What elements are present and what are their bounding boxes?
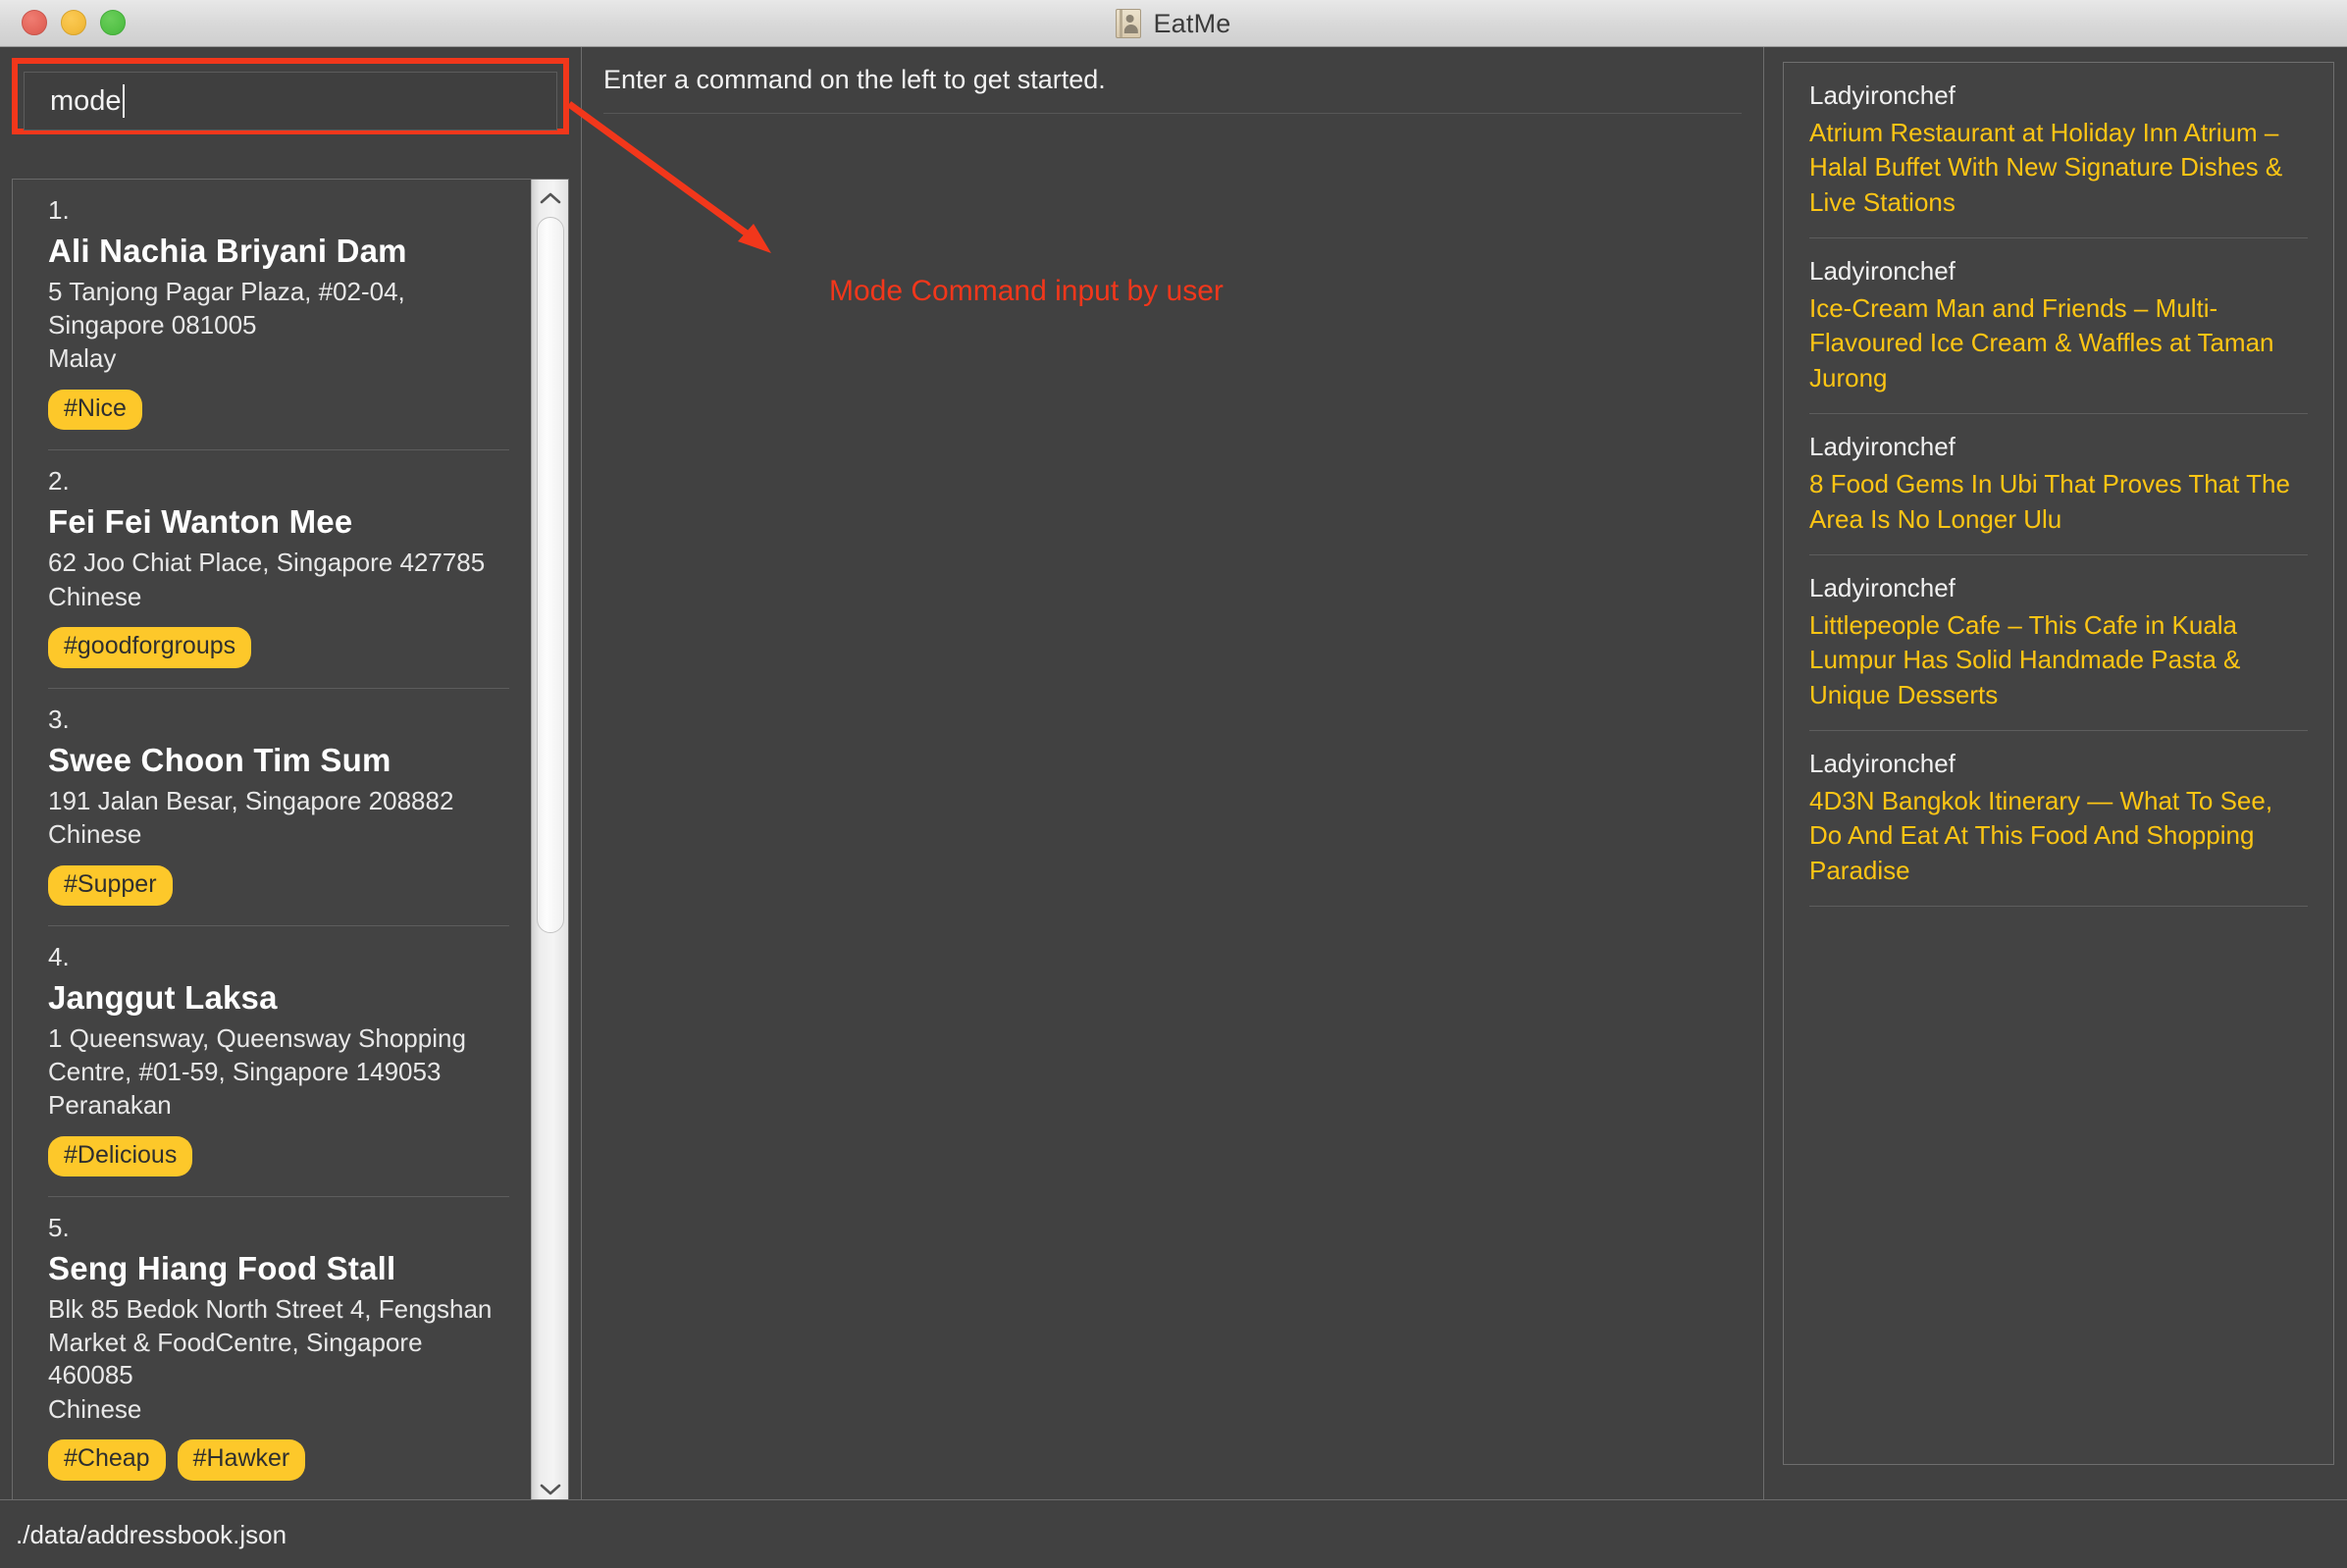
tag-badge: #goodforgroups: [48, 627, 252, 668]
list-item-name: Swee Choon Tim Sum: [48, 741, 391, 778]
blog-source: Ladyironchef: [1809, 748, 1956, 778]
list-item-index: 5.: [48, 1213, 70, 1243]
list-item-tags: #Cheap #Hawker: [48, 1439, 509, 1481]
zoom-button[interactable]: [100, 10, 126, 35]
list-item-address: 1 Queensway, Queensway Shopping Centre, …: [48, 1023, 466, 1086]
tag-badge: #Supper: [48, 864, 173, 907]
list-item-index: 3.: [48, 704, 70, 734]
list-item[interactable]: 5. Seng Hiang Food Stall Blk 85 Bedok Nort…: [13, 1197, 531, 1481]
list-item-name: Ali Nachia Briyani Dam: [48, 233, 407, 269]
app-window: EatMe mode 1. Ali Nachia Briyani Dam 5 Tan…: [0, 0, 2347, 1568]
center-column: Enter a command on the left to get start…: [582, 47, 1763, 1499]
list-item-name: Seng Hiang Food Stall: [48, 1250, 396, 1287]
blog-title-link[interactable]: Atrium Restaurant at Holiday Inn Atrium …: [1809, 116, 2308, 220]
text-caret: [122, 84, 125, 118]
command-input[interactable]: mode: [24, 72, 557, 131]
title-group: EatMe: [0, 0, 2347, 47]
list-item-cuisine: Chinese: [48, 819, 142, 850]
blog-source: Ladyironchef: [1809, 572, 1956, 602]
result-list-panel: 1. Ali Nachia Briyani Dam 5 Tanjong Pagar …: [12, 179, 569, 1509]
list-item-name: Janggut Laksa: [48, 979, 278, 1017]
title-bar: EatMe: [0, 0, 2347, 47]
list-item-index: 4.: [48, 942, 70, 972]
blog-source: Ladyironchef: [1809, 80, 1956, 110]
blog-title-link[interactable]: 8 Food Gems In Ubi That Proves That The …: [1809, 467, 2308, 537]
status-file-path: ./data/addressbook.json: [16, 1519, 287, 1549]
list-item-address: 191 Jalan Besar, Singapore 208882: [48, 785, 454, 815]
status-bar: ./data/addressbook.json: [0, 1499, 2347, 1568]
command-input-highlight: mode: [12, 58, 569, 134]
list-item-address: 62 Joo Chiat Place, Singapore 427785: [48, 548, 486, 578]
tag-badge: #Nice: [48, 389, 142, 431]
address-book-icon: [1116, 9, 1142, 38]
blog-item[interactable]: Ladyironchef 8 Food Gems In Ubi That Prov…: [1784, 414, 2333, 537]
close-button[interactable]: [22, 10, 47, 35]
result-list[interactable]: 1. Ali Nachia Briyani Dam 5 Tanjong Pagar …: [13, 180, 531, 1508]
left-column: mode 1. Ali Nachia Briyani Dam 5 Tanjong P…: [0, 47, 581, 1509]
blog-title-link[interactable]: Littlepeople Cafe – This Cafe in Kuala L…: [1809, 608, 2308, 712]
center-panel-header: Enter a command on the left to get start…: [603, 47, 1742, 114]
list-item-index: 1.: [48, 195, 70, 225]
main-content: mode 1. Ali Nachia Briyani Dam 5 Tanjong P…: [0, 47, 2347, 1509]
list-item-tags: #Supper: [48, 864, 509, 907]
blog-item[interactable]: Ladyironchef Littlepeople Cafe – This Caf…: [1784, 555, 2333, 712]
list-item-tags: #goodforgroups: [48, 627, 509, 668]
blog-item[interactable]: Ladyironchef Atrium Restaurant at Holiday…: [1784, 63, 2333, 220]
result-list-scrollbar[interactable]: [531, 180, 568, 1508]
scroll-up-arrow-icon[interactable]: [532, 182, 568, 215]
list-item-cuisine: Peranakan: [48, 1090, 172, 1121]
list-item[interactable]: 3. Swee Choon Tim Sum 191 Jalan Besar, Sin…: [13, 689, 531, 907]
center-message: Enter a command on the left to get start…: [603, 65, 1106, 94]
window-controls: [22, 10, 126, 35]
list-item-cuisine: Malay: [48, 343, 117, 374]
tag-badge: #Delicious: [48, 1135, 193, 1177]
list-item-index: 2.: [48, 466, 70, 497]
blog-source: Ladyironchef: [1809, 256, 1956, 287]
list-item-address: 5 Tanjong Pagar Plaza, #02-04, Singapore…: [48, 277, 405, 340]
window-title: EatMe: [1153, 8, 1231, 38]
list-item-tags: #Nice: [48, 389, 509, 431]
blog-title-link[interactable]: 4D3N Bangkok Itinerary — What To See, Do…: [1809, 784, 2308, 888]
list-item[interactable]: 4. Janggut Laksa 1 Queensway, Queensway Sh…: [13, 926, 531, 1177]
annotation-label: Mode Command input by user: [829, 275, 1224, 307]
blog-feed-panel[interactable]: Ladyironchef Atrium Restaurant at Holiday…: [1783, 62, 2334, 1465]
right-column: Ladyironchef Atrium Restaurant at Holiday…: [1764, 47, 2347, 1499]
scrollbar-thumb[interactable]: [537, 217, 564, 933]
list-item[interactable]: 2. Fei Fei Wanton Mee 62 Joo Chiat Place, …: [13, 450, 531, 668]
list-item-tags: #Delicious: [48, 1135, 509, 1177]
blog-item[interactable]: Ladyironchef 4D3N Bangkok Itinerary — Wha…: [1784, 731, 2333, 888]
tag-badge: #Hawker: [177, 1439, 306, 1481]
blog-separator: [1809, 906, 2308, 908]
list-item-address: Blk 85 Bedok North Street 4, Fengshan Ma…: [48, 1294, 493, 1390]
command-input-value: mode: [50, 84, 122, 117]
list-item-cuisine: Chinese: [48, 581, 142, 611]
blog-list: Ladyironchef Atrium Restaurant at Holiday…: [1784, 63, 2333, 908]
list-item-name: Fei Fei Wanton Mee: [48, 503, 353, 541]
list-item-cuisine: Chinese: [48, 1393, 142, 1424]
tag-badge: #Cheap: [48, 1439, 166, 1481]
minimize-button[interactable]: [61, 10, 86, 35]
list-item[interactable]: 1. Ali Nachia Briyani Dam 5 Tanjong Pagar …: [13, 180, 531, 431]
blog-source: Ladyironchef: [1809, 432, 1956, 462]
blog-title-link[interactable]: Ice-Cream Man and Friends – Multi-Flavou…: [1809, 291, 2308, 395]
blog-item[interactable]: Ladyironchef Ice-Cream Man and Friends – …: [1784, 238, 2333, 395]
